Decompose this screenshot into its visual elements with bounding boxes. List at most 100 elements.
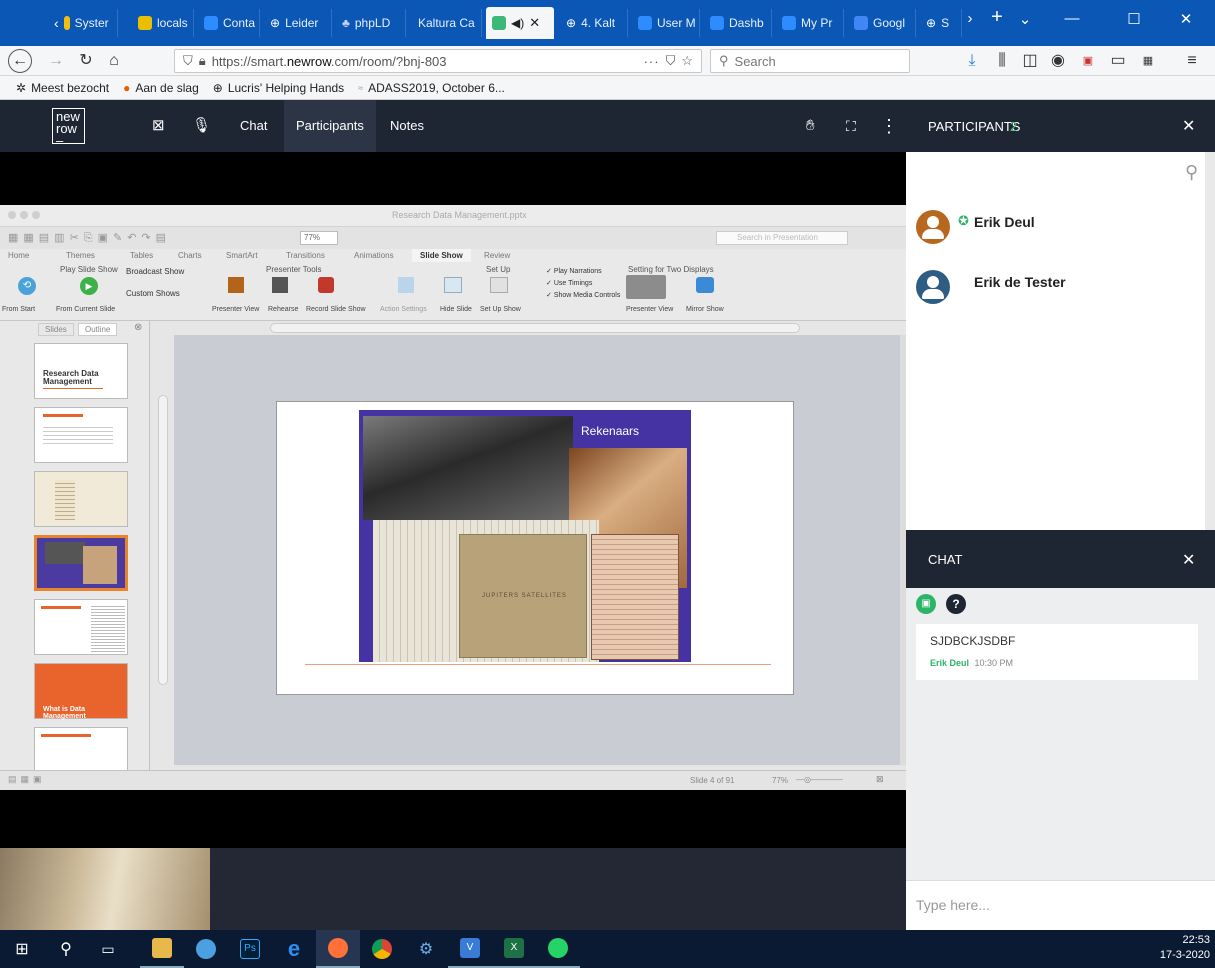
bookmark-most-visited[interactable]: ✲ Meest bezocht xyxy=(16,81,109,95)
slide-thumbnail[interactable]: Research Data Management xyxy=(34,343,128,399)
slide-thumbnail-selected[interactable] xyxy=(34,535,128,591)
tab-localhost[interactable]: locals xyxy=(132,9,194,37)
ribbon-tab-transitions[interactable]: Transitions xyxy=(286,251,325,260)
from-start-button[interactable]: From Start xyxy=(2,306,35,313)
tab-system[interactable]: ‹ Syster xyxy=(48,9,118,37)
search-icon[interactable]: ⚲ xyxy=(44,930,88,968)
close-icon[interactable]: ✕ xyxy=(1182,550,1195,570)
menu-icon[interactable]: ≡ xyxy=(1180,49,1204,73)
presenter-view-button[interactable]: Presenter View xyxy=(212,306,259,313)
edge-icon[interactable]: e xyxy=(272,930,316,968)
library-icon[interactable]: ⫼ xyxy=(990,49,1014,73)
ribbon-tab-animations[interactable]: Animations xyxy=(354,251,394,260)
tab-dashboard[interactable]: Dashb xyxy=(704,9,772,37)
slide-thumbnail[interactable] xyxy=(34,599,128,655)
bookmark-getting-started[interactable]: ● Aan de slag xyxy=(123,81,199,95)
from-current-slide-button[interactable]: From Current Slide xyxy=(56,306,115,313)
set-up-show-button[interactable]: Set Up Show xyxy=(480,306,521,313)
tab-google[interactable]: Googl xyxy=(848,9,916,37)
speaker-icon[interactable]: ◀) xyxy=(511,16,524,30)
task-view-icon[interactable]: ▭ xyxy=(86,930,130,968)
mirror-show-icon[interactable] xyxy=(696,277,714,293)
forward-arrow-icon[interactable]: → xyxy=(44,49,68,73)
current-slide[interactable]: JUPITERS SATELLITES Rekenaars xyxy=(276,401,794,695)
tab-participants[interactable]: Participants xyxy=(284,100,376,152)
shield-icon[interactable]: ⛉ xyxy=(183,53,193,69)
help-icon[interactable]: ? xyxy=(946,594,966,614)
ribbon-tab-home[interactable]: Home xyxy=(8,251,29,260)
use-timings-check[interactable]: ✓ Use Timings xyxy=(546,279,592,287)
rehearse-button[interactable]: Rehearse xyxy=(268,306,298,313)
tab-notes[interactable]: Notes xyxy=(378,100,436,152)
slide-thumbnail[interactable] xyxy=(34,727,128,770)
close-tab-icon[interactable]: ✕ xyxy=(529,15,540,31)
canvas-scrollbar[interactable] xyxy=(900,335,906,765)
url-bar[interactable]: ⛉ 🔒︎ https://smart.newrow.com/room/?bnj-… xyxy=(174,49,702,73)
ribbon-tab-tables[interactable]: Tables xyxy=(130,251,153,260)
whatsapp-icon[interactable] xyxy=(536,930,580,968)
from-current-icon[interactable]: ▶ xyxy=(80,277,98,295)
file-explorer-icon[interactable] xyxy=(140,930,184,968)
tab-outline[interactable]: Outline xyxy=(78,323,118,336)
more-options-icon[interactable]: ⋮ xyxy=(868,100,910,152)
raise-hand-icon[interactable]: ✋︎ xyxy=(794,100,827,152)
bookmark-lucris[interactable]: ⊕ Lucris' Helping Hands xyxy=(213,81,344,95)
record-slide-show-button[interactable]: Record Slide Show xyxy=(306,306,366,313)
hide-slide-button[interactable]: Hide Slide xyxy=(440,306,472,313)
zoom-select[interactable]: 77% xyxy=(300,231,338,245)
firefox-icon[interactable] xyxy=(316,930,360,968)
tab-s[interactable]: ⊕ S xyxy=(920,9,962,37)
pin-app-icon[interactable] xyxy=(184,930,228,968)
network-app-icon[interactable]: ⚙ xyxy=(404,930,448,968)
maximize-icon[interactable]: ☐ xyxy=(1114,10,1154,28)
tab-scroll-right-icon[interactable]: › xyxy=(958,10,982,27)
excel-icon[interactable]: X xyxy=(492,930,536,968)
screenshot-icon[interactable]: ▭ xyxy=(1106,49,1130,73)
set-up-show-icon[interactable] xyxy=(490,277,508,293)
tab-kaltura-4[interactable]: ⊕ 4. Kalt xyxy=(560,9,628,37)
custom-shows-button[interactable]: Custom Shows xyxy=(126,289,180,298)
tab-chat[interactable]: Chat xyxy=(228,100,279,152)
search-icon[interactable]: ⚲ xyxy=(1185,162,1198,183)
bookmark-star-icon[interactable]: ☆ xyxy=(681,53,693,69)
vscode-icon[interactable]: V xyxy=(448,930,492,968)
window-max-dot-icon[interactable] xyxy=(32,211,40,219)
presenter-view-toggle-icon[interactable] xyxy=(626,275,666,299)
show-media-controls-check[interactable]: ✓ Show Media Controls xyxy=(546,291,620,299)
ribbon-tab-charts[interactable]: Charts xyxy=(178,251,202,260)
tab-slides[interactable]: Slides xyxy=(38,323,74,336)
slide-thumbnail[interactable]: What is Data Management xyxy=(34,663,128,720)
back-arrow-icon[interactable]: ← xyxy=(8,49,32,73)
new-badge-icon[interactable]: ▦ xyxy=(1136,49,1160,73)
camera-off-icon[interactable]: ⊠ xyxy=(140,100,177,152)
tab-kaltura[interactable]: Kaltura Ca xyxy=(412,9,482,37)
mirror-show-button[interactable]: Mirror Show xyxy=(686,306,724,313)
slide-thumbnail[interactable] xyxy=(34,407,128,463)
extension-icon[interactable]: ◉ xyxy=(1046,49,1070,73)
tab-user[interactable]: User M xyxy=(632,9,700,37)
play-narrations-check[interactable]: ✓ Play Narrations xyxy=(546,267,602,275)
tab-leiden[interactable]: ⊕ Leider xyxy=(264,9,332,37)
fit-window-icon[interactable]: ⊠ xyxy=(876,774,884,785)
ribbon-tab-themes[interactable]: Themes xyxy=(66,251,95,260)
microphone-off-icon[interactable]: 🎙︎ xyxy=(180,100,223,152)
tab-contact[interactable]: Conta xyxy=(198,9,260,37)
sidebar-icon[interactable]: ◫ xyxy=(1018,49,1042,73)
action-settings-icon[interactable] xyxy=(398,277,414,293)
page-actions-icon[interactable]: ··· xyxy=(644,54,660,69)
presenter-view-display-button[interactable]: Presenter View xyxy=(626,306,673,313)
tab-phpld[interactable]: ♣ phpLD xyxy=(336,9,406,37)
from-start-icon[interactable]: ⟲ xyxy=(18,277,36,295)
close-icon[interactable]: ✕ xyxy=(1182,116,1195,136)
action-settings-button[interactable]: Action Settings xyxy=(380,306,427,313)
pocket-icon[interactable]: ⛉ xyxy=(666,53,676,69)
bookmark-adass[interactable]: ≈ ADASS2019, October 6... xyxy=(358,81,505,95)
ribbon-tab-review[interactable]: Review xyxy=(484,251,510,260)
minimize-icon[interactable]: — xyxy=(1052,10,1092,27)
zoom-slider[interactable]: —◎———— xyxy=(796,775,843,784)
view-buttons[interactable]: ▤▦▣ xyxy=(8,774,46,785)
home-icon[interactable]: ⌂ xyxy=(102,49,126,73)
close-pane-icon[interactable]: ⊗ xyxy=(134,322,142,333)
chrome-icon[interactable] xyxy=(360,930,404,968)
reload-icon[interactable]: ↻ xyxy=(74,49,98,73)
